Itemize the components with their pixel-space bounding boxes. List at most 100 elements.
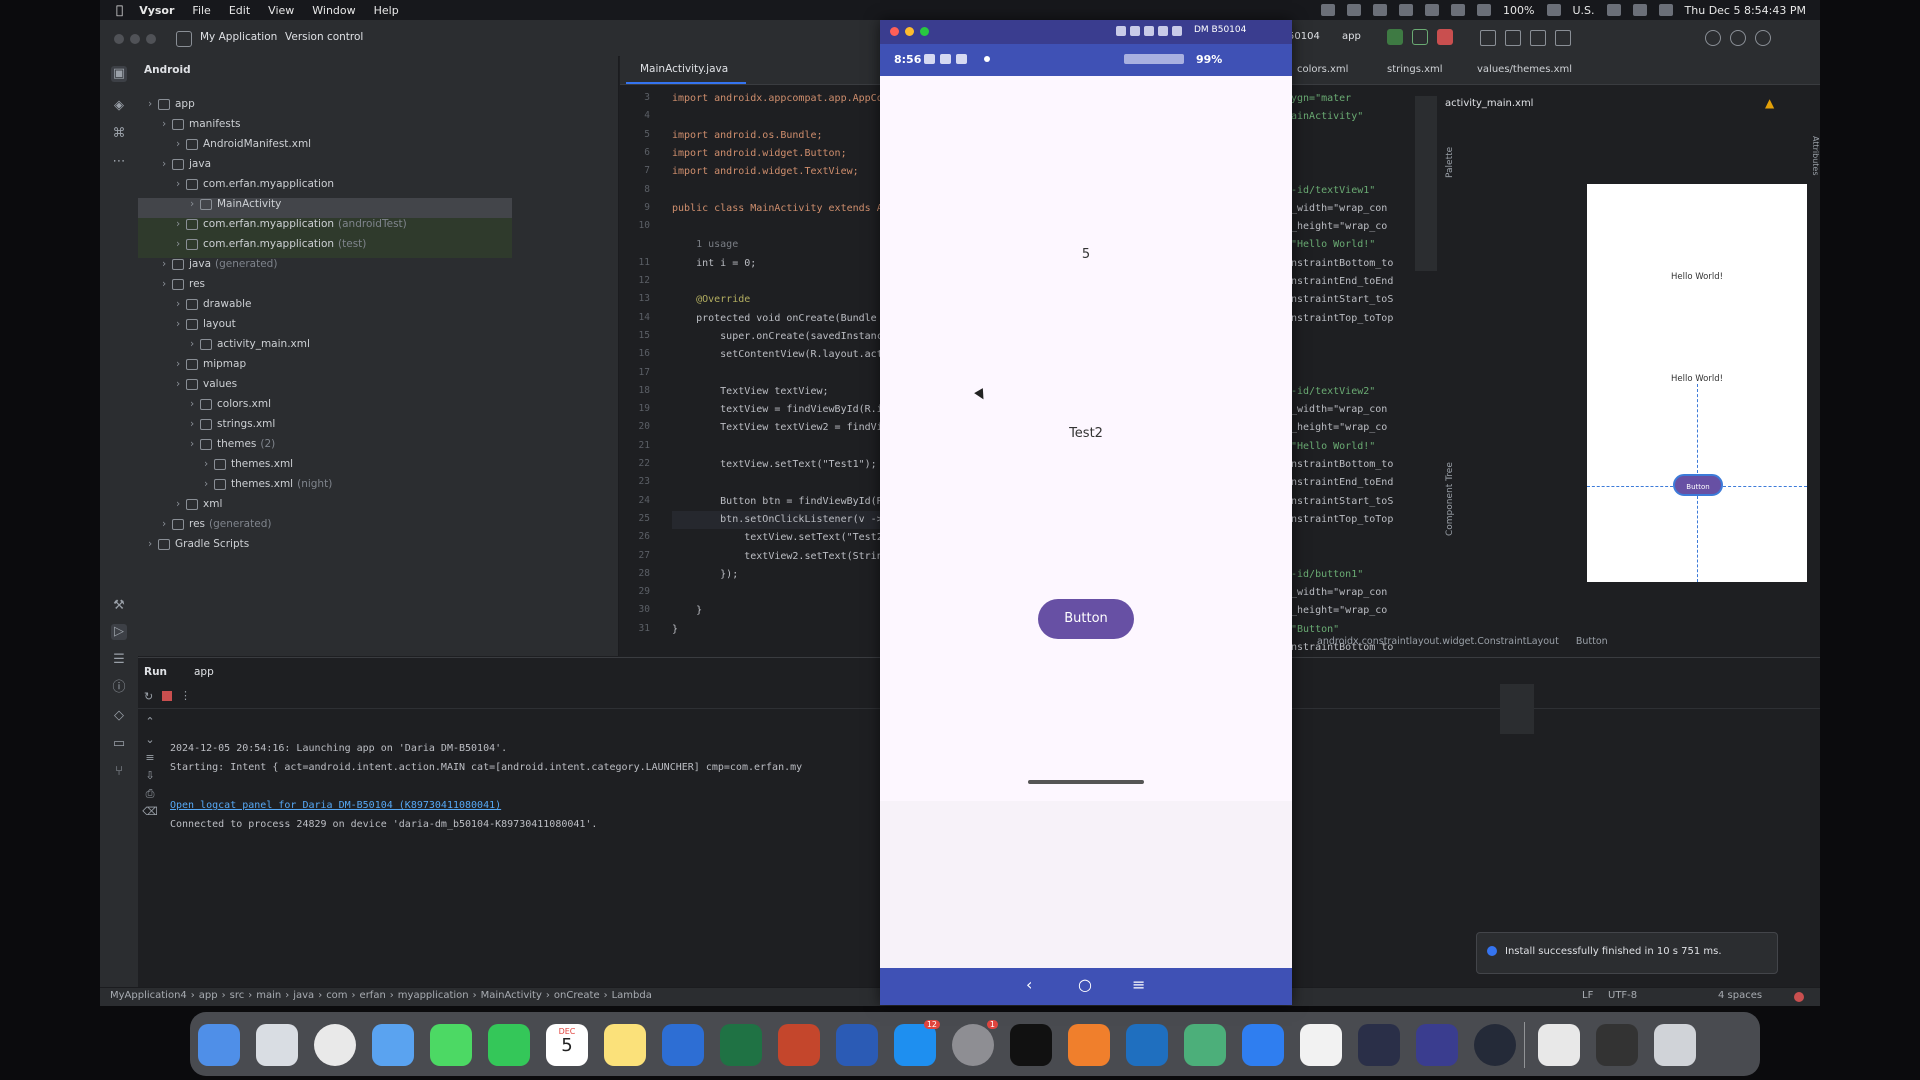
launchpad-icon[interactable] bbox=[256, 1024, 298, 1066]
breadcrumb-item[interactable]: onCreate bbox=[554, 990, 600, 1001]
chevron-right-icon[interactable]: › bbox=[162, 114, 172, 134]
xml-line[interactable]: nstraintBottom_to bbox=[1291, 255, 1393, 273]
file-encoding[interactable]: UTF-8 bbox=[1608, 990, 1637, 1001]
problems-icon[interactable]: ⓘ bbox=[111, 680, 127, 696]
preview-textview2[interactable]: Hello World! bbox=[1587, 374, 1807, 384]
run-tab-label[interactable]: Run bbox=[144, 666, 167, 678]
tree-item[interactable]: › MainActivity bbox=[190, 194, 285, 214]
xml-code-area[interactable]: ygn="mater ainActivity" -id/textView1" _wid… bbox=[1291, 90, 1401, 650]
xml-line[interactable]: _height="wrap_co bbox=[1291, 419, 1387, 437]
tree-item[interactable]: › mipmap bbox=[176, 354, 250, 374]
profiler-icon[interactable] bbox=[1505, 30, 1521, 46]
xml-line[interactable]: nstraintStart_toS bbox=[1291, 291, 1393, 309]
chevron-right-icon[interactable]: › bbox=[176, 174, 186, 194]
tree-item[interactable]: › layout bbox=[176, 314, 240, 334]
breadcrumb-item[interactable]: Lambda bbox=[612, 990, 652, 1001]
run-tool-icon[interactable]: ▷ bbox=[111, 624, 127, 640]
chevron-right-icon[interactable]: › bbox=[162, 154, 172, 174]
chevron-right-icon[interactable]: › bbox=[176, 294, 186, 314]
calendar-icon[interactable]: DEC 5 bbox=[546, 1024, 588, 1066]
xml-line[interactable]: nstraintBottom_to bbox=[1291, 456, 1393, 474]
code-line[interactable]: } bbox=[672, 602, 702, 620]
logcat-icon[interactable]: ☰ bbox=[111, 652, 127, 668]
run-icon[interactable] bbox=[1387, 29, 1403, 45]
tree-item[interactable]: › res bbox=[162, 274, 209, 294]
tree-item[interactable]: › manifests bbox=[162, 114, 244, 134]
breadcrumb-item[interactable]: myapplication bbox=[398, 990, 469, 1001]
xml-line[interactable]: _width="wrap_con bbox=[1291, 584, 1387, 602]
breadcrumb-item[interactable]: java bbox=[293, 990, 314, 1001]
chevron-right-icon[interactable]: › bbox=[176, 354, 186, 374]
tree-item[interactable]: › themes.xml (night) bbox=[204, 474, 332, 494]
fullscreen-icon[interactable] bbox=[1158, 26, 1168, 36]
menu-app-name[interactable]: Vysor bbox=[139, 4, 174, 17]
window-close-button[interactable] bbox=[114, 34, 124, 44]
xml-line[interactable]: nstraintEnd_toEnd bbox=[1291, 273, 1393, 291]
document-icon[interactable] bbox=[1538, 1024, 1580, 1066]
device-manager-icon[interactable] bbox=[1530, 30, 1546, 46]
xml-line[interactable]: -id/button1" bbox=[1291, 566, 1363, 584]
logcat-link[interactable]: Open logcat panel for Daria DM-B50104 (K… bbox=[170, 797, 501, 815]
xml-line[interactable]: _height="wrap_co bbox=[1291, 602, 1387, 620]
preview-textview1[interactable]: Hello World! bbox=[1587, 272, 1807, 282]
breadcrumb-item[interactable]: MainActivity bbox=[481, 990, 542, 1001]
error-indicator-icon[interactable] bbox=[1794, 992, 1804, 1002]
xml-line[interactable]: nstraintTop_toTop bbox=[1291, 310, 1393, 328]
menu-edit[interactable]: Edit bbox=[229, 4, 250, 17]
chevron-right-icon[interactable]: › bbox=[162, 274, 172, 294]
tab-strings-xml[interactable]: strings.xml bbox=[1387, 64, 1443, 75]
tree-item[interactable]: › java bbox=[162, 154, 215, 174]
project-tool-icon[interactable]: ▣ bbox=[111, 66, 127, 82]
nav-back-button[interactable]: ‹ bbox=[1026, 975, 1032, 994]
search-icon[interactable] bbox=[1705, 30, 1721, 46]
terminal-icon[interactable]: ▭ bbox=[111, 736, 127, 752]
tree-item[interactable]: › activity_main.xml bbox=[190, 334, 314, 354]
breadcrumb-item[interactable]: src bbox=[230, 990, 245, 1001]
tree-item[interactable]: › colors.xml bbox=[190, 394, 275, 414]
menu-file[interactable]: File bbox=[192, 4, 210, 17]
tree-item[interactable]: › strings.xml bbox=[190, 414, 279, 434]
status-icon[interactable] bbox=[1321, 4, 1336, 16]
status-icon[interactable] bbox=[1373, 4, 1388, 16]
structure-icon[interactable]: ⌘ bbox=[111, 126, 127, 142]
run-tab-app[interactable]: app bbox=[194, 666, 214, 678]
device-selector[interactable]: 50104 bbox=[1288, 31, 1320, 42]
terminal-icon[interactable] bbox=[1010, 1024, 1052, 1066]
chevron-right-icon[interactable]: › bbox=[190, 394, 200, 414]
tree-item[interactable]: › drawable bbox=[176, 294, 255, 314]
chevron-right-icon[interactable]: › bbox=[148, 534, 158, 554]
chrome-icon[interactable] bbox=[314, 1024, 356, 1066]
stop-run-icon[interactable] bbox=[162, 691, 172, 701]
mail-icon[interactable] bbox=[372, 1024, 414, 1066]
tree-item[interactable]: › com.erfan.myapplication bbox=[176, 174, 338, 194]
breadcrumb-item[interactable]: MyApplication4 bbox=[110, 990, 187, 1001]
apple-icon[interactable]:  bbox=[116, 3, 123, 17]
settings-icon[interactable] bbox=[1730, 30, 1746, 46]
breadcrumb-item[interactable]: main bbox=[256, 990, 281, 1001]
nav-recents-button[interactable]: ≡ bbox=[1132, 975, 1145, 994]
code-line[interactable]: 1 usage bbox=[672, 236, 738, 254]
tree-item[interactable]: › java (generated) bbox=[162, 254, 277, 274]
chevron-right-icon[interactable]: › bbox=[148, 94, 158, 114]
powerpoint-icon[interactable] bbox=[778, 1024, 820, 1066]
status-icon[interactable] bbox=[1477, 4, 1492, 16]
debug-icon[interactable] bbox=[1412, 29, 1428, 45]
resource-manager-icon[interactable]: ◈ bbox=[111, 98, 127, 114]
tree-item[interactable]: › values bbox=[176, 374, 241, 394]
chevron-right-icon[interactable]: › bbox=[176, 134, 186, 154]
settings-icon[interactable] bbox=[1172, 26, 1182, 36]
account-icon[interactable] bbox=[1755, 30, 1771, 46]
print-icon[interactable]: ⎙ bbox=[140, 785, 160, 803]
code-line[interactable]: import android.widget.Button; bbox=[672, 145, 847, 163]
chevron-right-icon[interactable]: › bbox=[162, 254, 172, 274]
chevron-right-icon[interactable]: › bbox=[176, 494, 186, 514]
xml-line[interactable]: _width="wrap_con bbox=[1291, 200, 1387, 218]
screenshot-icon[interactable] bbox=[1116, 26, 1126, 36]
app-button[interactable]: Button bbox=[1038, 599, 1134, 639]
layout-file-selector[interactable]: activity_main.xml bbox=[1445, 98, 1533, 109]
version-control-icon[interactable]: ⑂ bbox=[111, 764, 127, 780]
code-line[interactable]: textView.setText("Test2"); bbox=[672, 529, 901, 547]
scroll-down-icon[interactable]: ⌄ bbox=[140, 731, 160, 749]
finder-icon[interactable] bbox=[198, 1024, 240, 1066]
line-separator[interactable]: LF bbox=[1582, 990, 1593, 1001]
